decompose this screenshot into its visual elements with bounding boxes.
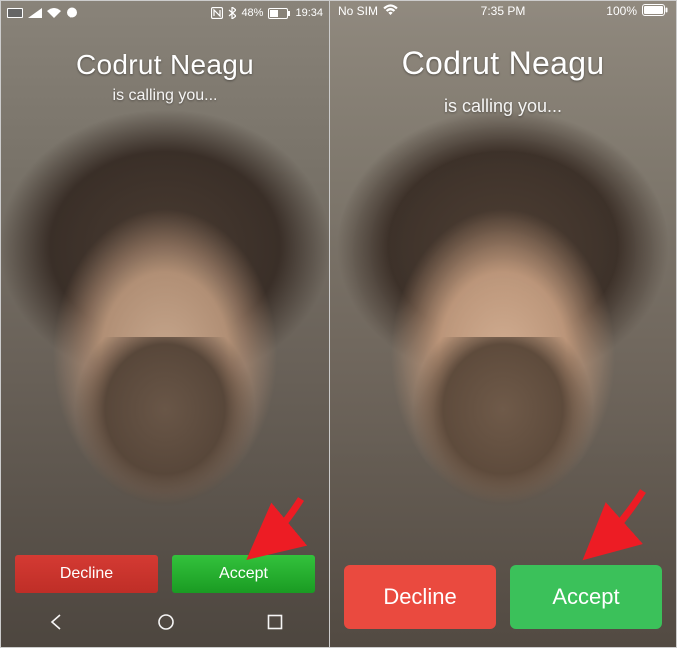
messenger-icon bbox=[66, 7, 78, 19]
android-screenshot: 48% 19:34 Codrut Neagu is calling you...… bbox=[1, 1, 330, 647]
ios-status-bar: No SIM 7:35 PM 100% bbox=[330, 1, 676, 21]
decline-label: Decline bbox=[383, 584, 456, 610]
battery-icon bbox=[268, 8, 290, 19]
wifi-icon bbox=[47, 8, 61, 18]
clock-text: 19:34 bbox=[295, 7, 323, 19]
call-header: Codrut Neagu is calling you... bbox=[330, 45, 676, 117]
nav-home-button[interactable] bbox=[156, 612, 176, 637]
call-header: Codrut Neagu is calling you... bbox=[1, 49, 329, 105]
ios-screenshot: No SIM 7:35 PM 100% Codrut Neagu is call… bbox=[330, 1, 676, 647]
nfc-icon bbox=[211, 7, 223, 19]
nav-recents-button[interactable] bbox=[266, 613, 284, 636]
decline-label: Decline bbox=[60, 565, 113, 583]
decline-button[interactable]: Decline bbox=[15, 555, 158, 593]
android-status-bar: 48% 19:34 bbox=[1, 1, 329, 25]
accept-button[interactable]: Accept bbox=[172, 555, 315, 593]
android-nav-bar bbox=[1, 601, 329, 647]
call-actions: Decline Accept bbox=[1, 555, 329, 593]
accept-label: Accept bbox=[219, 565, 268, 583]
accept-button[interactable]: Accept bbox=[510, 565, 662, 629]
accept-label: Accept bbox=[552, 584, 619, 610]
call-actions: Decline Accept bbox=[330, 565, 676, 629]
decline-button[interactable]: Decline bbox=[344, 565, 496, 629]
volte-icon bbox=[7, 8, 23, 18]
clock-text: 7:35 PM bbox=[330, 4, 676, 18]
nav-back-button[interactable] bbox=[46, 612, 66, 637]
call-subtitle: is calling you... bbox=[1, 87, 329, 105]
caller-name: Codrut Neagu bbox=[1, 49, 329, 81]
bluetooth-icon bbox=[228, 7, 236, 19]
battery-text: 48% bbox=[241, 7, 263, 19]
signal-icon bbox=[28, 8, 42, 18]
call-subtitle: is calling you... bbox=[330, 96, 676, 117]
caller-name: Codrut Neagu bbox=[330, 45, 676, 82]
